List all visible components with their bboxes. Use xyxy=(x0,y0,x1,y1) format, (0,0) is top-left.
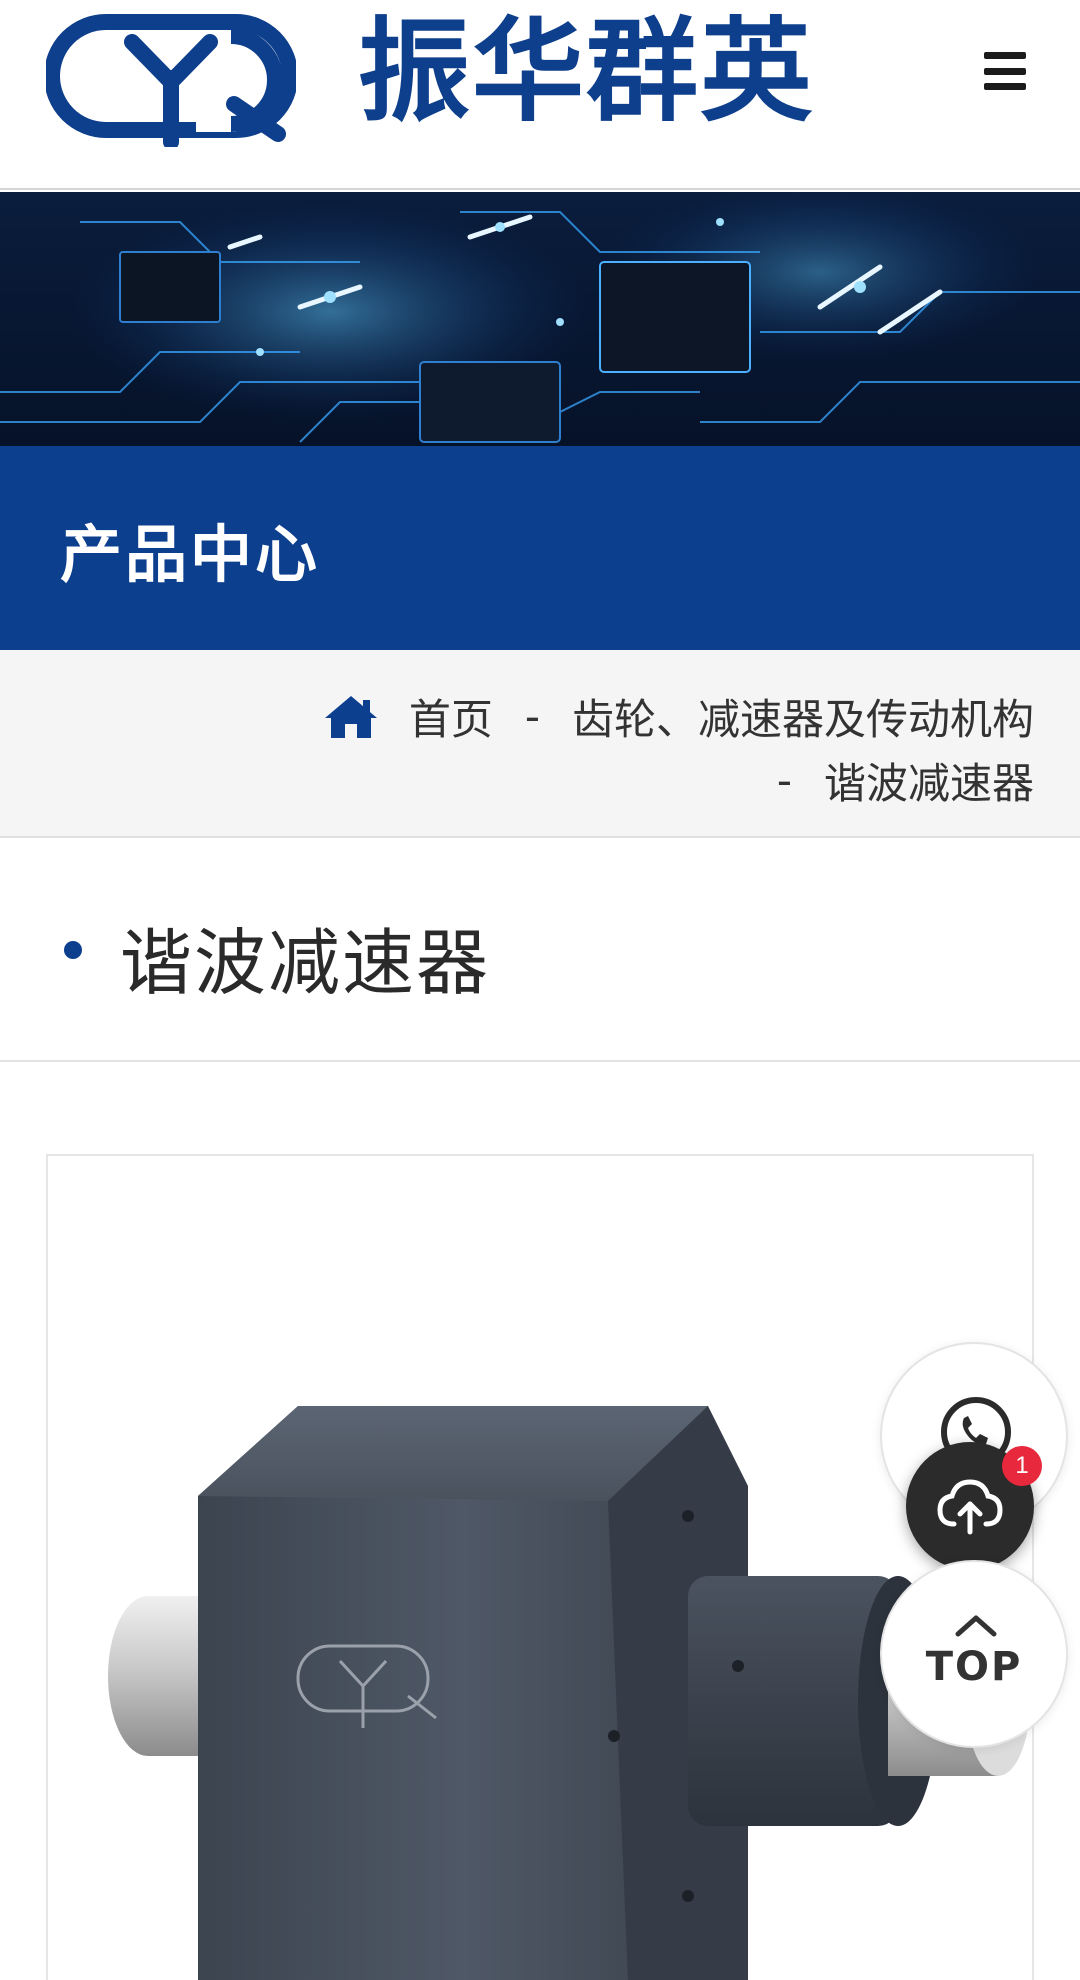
back-to-top-button[interactable]: TOP xyxy=(880,1560,1068,1748)
yq-logo-icon[interactable] xyxy=(46,12,296,147)
breadcrumb-current[interactable]: 谐波减速器 xyxy=(824,750,1034,811)
site-header: 振华群英 xyxy=(0,0,1080,190)
top-label: TOP xyxy=(925,1644,1023,1690)
breadcrumb-home-link[interactable]: 首页 xyxy=(409,686,493,747)
hamburger-menu-icon[interactable] xyxy=(982,48,1028,94)
circuit-board-banner xyxy=(0,192,1080,446)
product-card[interactable] xyxy=(46,1154,1034,1980)
cloud-upload-icon xyxy=(937,1479,1003,1535)
home-icon[interactable] xyxy=(323,694,379,740)
chevron-up-icon xyxy=(955,1615,997,1637)
section-title: 产品中心 xyxy=(60,518,321,591)
category-heading: 谐波减速器 xyxy=(0,838,1080,1062)
section-title-bar: 产品中心 xyxy=(0,446,1080,650)
category-title: 谐波减速器 xyxy=(120,921,491,1005)
harmonic-reducer-product-image[interactable] xyxy=(48,1156,1034,1980)
breadcrumb: 首页 - 齿轮、减速器及传动机构 - 谐波减速器 xyxy=(0,650,1080,838)
notification-badge: 1 xyxy=(1002,1446,1042,1486)
breadcrumb-separator: - xyxy=(776,756,792,805)
breadcrumb-separator: - xyxy=(524,692,540,741)
breadcrumb-category-link[interactable]: 齿轮、减速器及传动机构 xyxy=(572,686,1034,747)
brand-name[interactable]: 振华群英 xyxy=(358,2,814,142)
bullet-dot xyxy=(64,941,82,959)
